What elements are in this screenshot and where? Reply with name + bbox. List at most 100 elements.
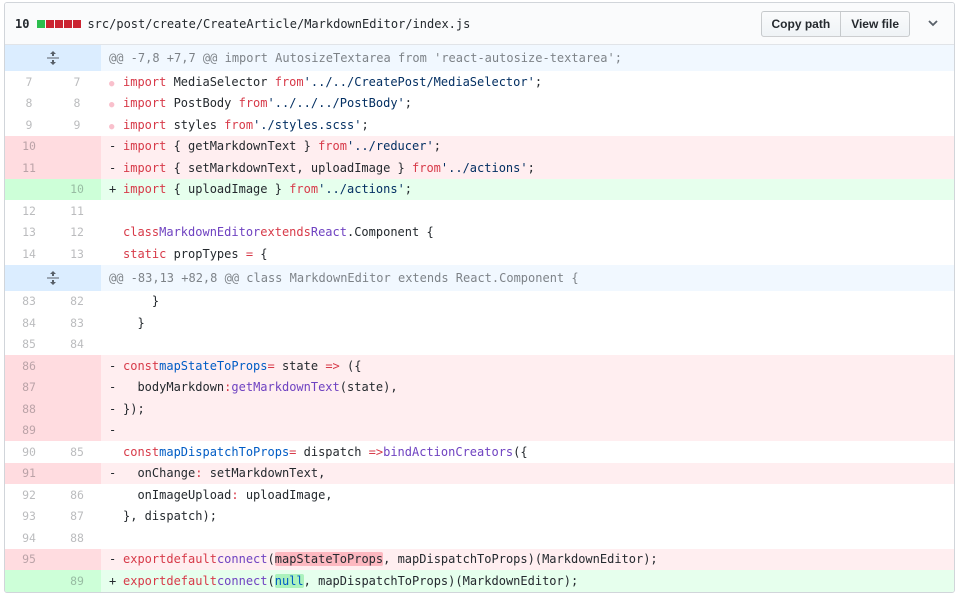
new-line-number[interactable]: 86: [53, 484, 101, 506]
code-line: ● import MediaSelector from '../../Create…: [109, 74, 543, 89]
new-line-number[interactable]: 87: [53, 505, 101, 527]
new-line-number: [53, 419, 101, 441]
new-line-number: [53, 548, 101, 570]
new-line-number: [53, 355, 101, 377]
code-line: - const mapStateToProps = state => ({: [101, 355, 954, 377]
new-line-number[interactable]: 7: [53, 71, 101, 93]
old-line-number[interactable]: 95: [5, 548, 53, 570]
new-line-number[interactable]: 85: [53, 441, 101, 463]
new-line-number[interactable]: 9: [53, 114, 101, 136]
hunk-header-text: @@ -83,13 +82,8 @@ class MarkdownEditor …: [109, 270, 579, 285]
new-line-number: [53, 398, 101, 420]
old-line-number[interactable]: 11: [5, 157, 53, 179]
code-line: - import { getMarkdownText } from '../red…: [101, 135, 954, 157]
new-line-number: [53, 376, 101, 398]
code-line: ● import PostBody from '../../../PostBody…: [109, 96, 413, 111]
old-line-number[interactable]: 93: [5, 505, 53, 527]
deleted-line: 91 - onChange: setMarkdownText,: [5, 462, 954, 484]
diff-line: 12 11: [5, 200, 954, 222]
code-line: }, dispatch);: [123, 509, 217, 524]
old-line-number[interactable]: 88: [5, 398, 53, 420]
diffstat-block: [55, 19, 64, 28]
view-file-button[interactable]: View file: [841, 11, 910, 37]
new-line-number[interactable]: 11: [53, 200, 101, 222]
code-line: }: [123, 294, 160, 309]
diff-body: @@ -7,8 +7,7 @@ import AutosizeTextarea …: [5, 45, 954, 592]
old-line-number: [5, 178, 53, 200]
old-line-number[interactable]: 8: [5, 92, 53, 114]
code-line: onImageUpload: uploadImage,: [123, 487, 333, 502]
hunk-header-row: @@ -7,8 +7,7 @@ import AutosizeTextarea …: [5, 45, 954, 71]
old-line-number[interactable]: 86: [5, 355, 53, 377]
code-line: static propTypes = {: [123, 246, 268, 261]
diff-line: 9 9 ● import styles from './styles.scss';: [5, 114, 954, 136]
new-line-number[interactable]: 13: [53, 243, 101, 265]
change-count: 10: [15, 16, 30, 31]
old-line-number[interactable]: 83: [5, 290, 53, 312]
code-line: + import { uploadImage } from '../actions…: [101, 178, 954, 200]
hunk-header-row: @@ -83,13 +82,8 @@ class MarkdownEditor …: [5, 264, 954, 291]
old-line-number[interactable]: 94: [5, 527, 53, 549]
diff-line: 94 88: [5, 527, 954, 549]
hunk-header-text: @@ -7,8 +7,7 @@ import AutosizeTextarea …: [109, 51, 622, 65]
diff-line: 93 87 }, dispatch);: [5, 505, 954, 527]
old-line-number[interactable]: 13: [5, 221, 53, 243]
code-line: const mapDispatchToProps = dispatch => b…: [123, 444, 528, 459]
new-line-number[interactable]: 8: [53, 92, 101, 114]
code-line: - bodyMarkdown: getMarkdownText (state),: [101, 376, 954, 398]
code-line: -: [101, 419, 954, 441]
old-line-number[interactable]: 89: [5, 419, 53, 441]
old-line-number[interactable]: 10: [5, 135, 53, 157]
diff-line: 7 7 ● import MediaSelector from '../../Cr…: [5, 71, 954, 93]
copy-path-button[interactable]: Copy path: [760, 11, 842, 37]
diff-line: 84 83 }: [5, 312, 954, 334]
deleted-line: 95 - export default connect(mapStateToPro…: [5, 548, 954, 570]
file-header: 10 src/post/create/CreateArticle/Markdow…: [5, 3, 954, 45]
old-line-number[interactable]: 91: [5, 462, 53, 484]
old-line-number[interactable]: 84: [5, 312, 53, 334]
diff-line: 90 85 const mapDispatchToProps = dispatc…: [5, 441, 954, 463]
expand-icon[interactable]: [5, 264, 101, 291]
expand-icon[interactable]: [5, 45, 101, 71]
diffstat-block: [37, 19, 46, 28]
file-path[interactable]: src/post/create/CreateArticle/MarkdownEd…: [87, 17, 470, 31]
code-line: - export default connect(mapStateToProps,…: [101, 548, 954, 570]
chevron-down-icon[interactable]: [926, 16, 940, 30]
new-line-number[interactable]: 88: [53, 527, 101, 549]
deleted-line: 87 - bodyMarkdown: getMarkdownText (state…: [5, 376, 954, 398]
new-line-number: [53, 135, 101, 157]
diff-line: 8 8 ● import PostBody from '../../../Post…: [5, 92, 954, 114]
old-line-number[interactable]: 85: [5, 333, 53, 355]
new-line-number[interactable]: 12: [53, 221, 101, 243]
added-line: 10 + import { uploadImage } from '../acti…: [5, 178, 954, 200]
old-line-number[interactable]: 7: [5, 71, 53, 93]
code-line: -});: [101, 398, 954, 420]
code-line: - onChange: setMarkdownText,: [101, 462, 954, 484]
diff-line: 14 13 static propTypes = {: [5, 243, 954, 265]
old-line-number[interactable]: 14: [5, 243, 53, 265]
new-line-number[interactable]: 83: [53, 312, 101, 334]
old-line-number[interactable]: 87: [5, 376, 53, 398]
new-line-number[interactable]: 82: [53, 290, 101, 312]
new-line-number[interactable]: 89: [53, 570, 101, 592]
new-line-number[interactable]: 10: [53, 178, 101, 200]
new-line-number[interactable]: 84: [53, 333, 101, 355]
diffstat-block: [73, 19, 82, 28]
file-actions: Copy path View file: [760, 11, 910, 37]
old-line-number[interactable]: 9: [5, 114, 53, 136]
old-line-number[interactable]: 92: [5, 484, 53, 506]
diff-file: 10 src/post/create/CreateArticle/Markdow…: [4, 2, 955, 593]
deleted-line: 86 - const mapStateToProps = state => ({: [5, 355, 954, 377]
old-line-number[interactable]: 90: [5, 441, 53, 463]
code-line: + export default connect(null, mapDispatc…: [101, 570, 954, 592]
deleted-line: 88 -});: [5, 398, 954, 420]
diff-line: 13 12 class MarkdownEditor extends React…: [5, 221, 954, 243]
code-line: ● import styles from './styles.scss';: [109, 117, 369, 132]
new-line-number: [53, 462, 101, 484]
code-line: }: [123, 315, 145, 330]
old-line-number[interactable]: 12: [5, 200, 53, 222]
diffstat-blocks: [37, 19, 82, 28]
